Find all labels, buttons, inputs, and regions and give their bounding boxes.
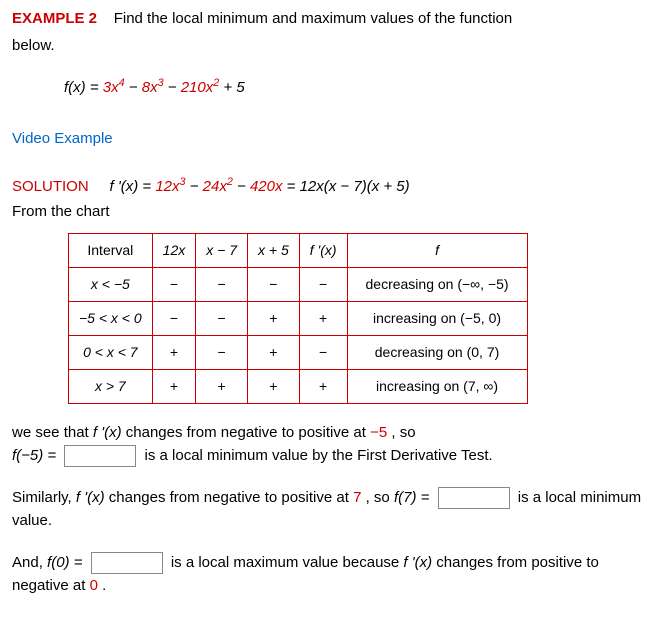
text: Similarly, — [12, 489, 76, 506]
cell-sign: + — [299, 370, 347, 404]
fprime-ref: f '(x) — [93, 424, 122, 441]
cell-sign: + — [152, 370, 196, 404]
cell-sign: − — [299, 268, 347, 302]
f-at: f(−5) = — [12, 447, 60, 464]
example-label: EXAMPLE 2 — [12, 10, 97, 27]
fn-term-3: 210x2 — [181, 79, 220, 96]
col-f: f — [347, 234, 527, 268]
cell-desc: increasing on (7, ∞) — [347, 370, 527, 404]
cell-sign: − — [152, 302, 196, 336]
example-header: EXAMPLE 2 Find the local minimum and max… — [12, 8, 653, 31]
cell-interval: x < −5 — [69, 268, 153, 302]
chart-intro: From the chart — [12, 201, 653, 224]
example-prompt-2: below. — [12, 35, 653, 58]
text: , so — [391, 424, 415, 441]
cell-sign: + — [299, 302, 347, 336]
cell-desc: increasing on (−5, 0) — [347, 302, 527, 336]
text: changes from negative to positive at — [109, 489, 353, 506]
col-interval: Interval — [69, 234, 153, 268]
table-header-row: Interval 12x x − 7 x + 5 f '(x) f — [69, 234, 528, 268]
text: changes from negative to positive at — [126, 424, 370, 441]
answer-input-f-neg5[interactable] — [64, 445, 136, 467]
cell-sign: + — [248, 336, 300, 370]
col-xp5: x + 5 — [248, 234, 300, 268]
table-row: −5 < x < 0 − − + + increasing on (−5, 0) — [69, 302, 528, 336]
col-xm7: x − 7 — [196, 234, 248, 268]
value-red: 0 — [90, 577, 98, 594]
example-prompt-1: Find the local minimum and maximum value… — [114, 10, 513, 27]
fprime-ref: f '(x) — [403, 554, 432, 571]
derivative-expression: f '(x) = 12x3 − 24x2 − 420x = 12x(x − 7)… — [110, 178, 410, 195]
fn-term-1: 3x4 — [103, 79, 125, 96]
col-12x: 12x — [152, 234, 196, 268]
fn-minus-2: − — [168, 79, 181, 96]
solution-line: SOLUTION f '(x) = 12x3 − 24x2 − 420x = 1… — [12, 176, 653, 199]
cell-desc: decreasing on (0, 7) — [347, 336, 527, 370]
table-row: x < −5 − − − − decreasing on (−∞, −5) — [69, 268, 528, 302]
f-at: f(7) = — [394, 489, 434, 506]
cell-sign: − — [152, 268, 196, 302]
conclusion-para-1: we see that f '(x) changes from negative… — [12, 422, 653, 467]
table-row: x > 7 + + + + increasing on (7, ∞) — [69, 370, 528, 404]
cell-sign: + — [152, 336, 196, 370]
f-at: f(0) = — [47, 554, 87, 571]
cell-sign: − — [196, 336, 248, 370]
fn-tail: + 5 — [223, 79, 244, 96]
fprime-ref: f '(x) — [76, 489, 105, 506]
cell-sign: + — [248, 370, 300, 404]
function-definition: f(x) = 3x4 − 8x3 − 210x2 + 5 — [64, 77, 653, 100]
conclusion-para-3: And, f(0) = is a local maximum value bec… — [12, 552, 653, 597]
video-example-link[interactable]: Video Example — [12, 128, 653, 151]
cell-desc: decreasing on (−∞, −5) — [347, 268, 527, 302]
answer-input-f-0[interactable] — [91, 552, 163, 574]
table-row: 0 < x < 7 + − + − decreasing on (0, 7) — [69, 336, 528, 370]
value-red: −5 — [370, 424, 387, 441]
fn-lhs: f(x) = — [64, 79, 103, 96]
fn-term-2: 8x3 — [142, 79, 164, 96]
text: . — [102, 577, 106, 594]
value-red: 7 — [353, 489, 361, 506]
cell-sign: − — [196, 268, 248, 302]
cell-interval: −5 < x < 0 — [69, 302, 153, 336]
cell-sign: + — [248, 302, 300, 336]
text: , so — [366, 489, 394, 506]
solution-label: SOLUTION — [12, 178, 89, 195]
cell-sign: − — [196, 302, 248, 336]
answer-input-f-7[interactable] — [438, 487, 510, 509]
cell-sign: − — [248, 268, 300, 302]
text: is a local maximum value because — [171, 554, 404, 571]
conclusion-para-2: Similarly, f '(x) changes from negative … — [12, 487, 653, 532]
sign-chart-table: Interval 12x x − 7 x + 5 f '(x) f x < −5… — [68, 233, 528, 404]
col-fprime: f '(x) — [299, 234, 347, 268]
text: we see that — [12, 424, 93, 441]
cell-sign: − — [299, 336, 347, 370]
cell-interval: 0 < x < 7 — [69, 336, 153, 370]
cell-sign: + — [196, 370, 248, 404]
fn-minus-1: − — [129, 79, 142, 96]
text: is a local minimum value by the First De… — [145, 447, 493, 464]
cell-interval: x > 7 — [69, 370, 153, 404]
text: And, — [12, 554, 47, 571]
